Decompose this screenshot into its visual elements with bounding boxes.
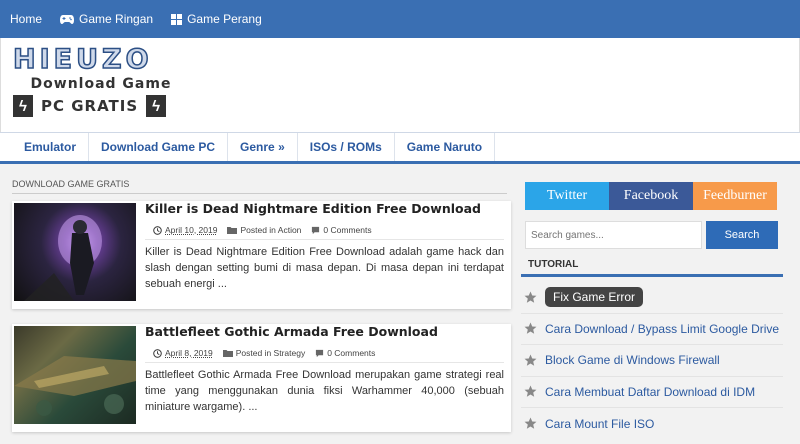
folder-icon [222,350,233,357]
post-comments[interactable]: 0 Comments [323,225,371,235]
list-item: Cara Mount File ISO [521,408,783,440]
twitter-button[interactable]: Twitter [525,182,609,210]
logo-line2-row: ϟ PC GRATIS ϟ [13,95,183,117]
logo-brand: HIEUZO [12,43,153,76]
post-comments[interactable]: 0 Comments [327,348,375,358]
subnav-download-game-pc[interactable]: Download Game PC [89,133,229,161]
list-item: Cara Membuat Daftar Download di IDM [521,377,783,408]
clock-icon [153,348,162,358]
post-thumbnail[interactable] [14,326,136,424]
post-excerpt: Killer is Dead Nightmare Edition Free Do… [145,246,504,290]
facebook-button[interactable]: Facebook [609,182,693,210]
tutorial-link[interactable]: Cara Download / Bypass Limit Google Driv… [545,322,779,336]
star-icon [524,385,537,397]
post-meta: April 10, 2019 Posted in Action 0 Commen… [153,225,382,235]
social-buttons: Twitter Facebook Feedburner [525,182,777,210]
post-excerpt: Battlefleet Gothic Armada Free Download … [145,369,504,413]
meta-divider [145,239,504,240]
subnav-game-naruto[interactable]: Game Naruto [395,133,496,161]
post-title[interactable]: Killer is Dead Nightmare Edition Free Do… [145,201,481,216]
feedburner-button[interactable]: Feedburner [693,182,777,210]
tutorial-link[interactable]: Block Game di Windows Firewall [545,353,720,367]
post-thumbnail[interactable] [14,203,136,301]
logo-line1: Download Game [30,76,172,92]
search-button[interactable]: Search [706,221,778,249]
meta-divider [145,362,504,363]
windows-icon [171,13,183,25]
star-icon [524,322,537,334]
site-logo[interactable]: HIEUZO Download Game ϟ PC GRATIS ϟ [12,43,183,130]
list-item: Cara Download / Bypass Limit Google Driv… [521,314,783,345]
widget-title: TUTORIAL [528,259,579,270]
post-category[interactable]: Posted in Strategy [236,348,305,358]
post-card: Battlefleet Gothic Armada Free Download … [12,324,511,432]
widget-divider [521,274,783,277]
logo-line2: PC GRATIS [41,97,139,115]
list-item: Fix Game Error [521,282,783,314]
search-input[interactable] [525,221,702,249]
top-nav: Home Game Ringan Game Perang [0,0,800,38]
star-icon [524,354,537,366]
sidebar: Twitter Facebook Feedburner Search TUTOR… [515,170,800,444]
clock-icon [153,225,162,235]
comment-icon [312,226,320,234]
list-item: Block Game di Windows Firewall [521,345,783,377]
bolt-icon: ϟ [13,95,33,117]
gamepad-icon [60,15,75,24]
nav-game-ringan[interactable]: Game Ringan [60,12,153,26]
star-icon [524,417,537,429]
bolt-icon: ϟ [146,95,167,117]
post-date: April 8, 2019 [165,348,213,358]
category-nav: Emulator Download Game PC Genre » ISOs /… [0,132,800,164]
post-title[interactable]: Battlefleet Gothic Armada Free Download [145,324,438,339]
nav-game-perang[interactable]: Game Perang [171,12,262,26]
post-meta: April 8, 2019 Posted in Strategy 0 Comme… [153,348,385,358]
tutorial-list: Fix Game Error Cara Download / Bypass Li… [521,282,783,440]
nav-home-label: Home [10,12,43,26]
section-divider [12,193,507,194]
main-content: DOWNLOAD GAME GRATIS Killer is Dead Nigh… [0,170,515,444]
star-icon [524,291,537,303]
tutorial-link[interactable]: Fix Game Error [545,287,644,308]
subnav-genre[interactable]: Genre » [228,133,298,161]
folder-icon [227,227,238,234]
site-header: HIEUZO Download Game ϟ PC GRATIS ϟ [0,38,800,132]
subnav-emulator[interactable]: Emulator [0,133,90,161]
post-category[interactable]: Posted in Action [240,225,301,235]
nav-game-ringan-label: Game Ringan [79,12,154,26]
tutorial-link[interactable]: Cara Mount File ISO [545,417,654,431]
post-card: Killer is Dead Nightmare Edition Free Do… [12,201,511,309]
nav-home[interactable]: Home [10,12,42,26]
nav-game-perang-label: Game Perang [187,12,262,26]
section-label: DOWNLOAD GAME GRATIS [12,179,130,189]
comment-icon [316,349,324,357]
thumbnail-art [24,215,102,301]
thumbnail-art [14,356,136,416]
tutorial-link[interactable]: Cara Membuat Daftar Download di IDM [545,385,755,399]
subnav-isos-roms[interactable]: ISOs / ROMs [298,133,395,161]
post-date: April 10, 2019 [165,225,218,235]
